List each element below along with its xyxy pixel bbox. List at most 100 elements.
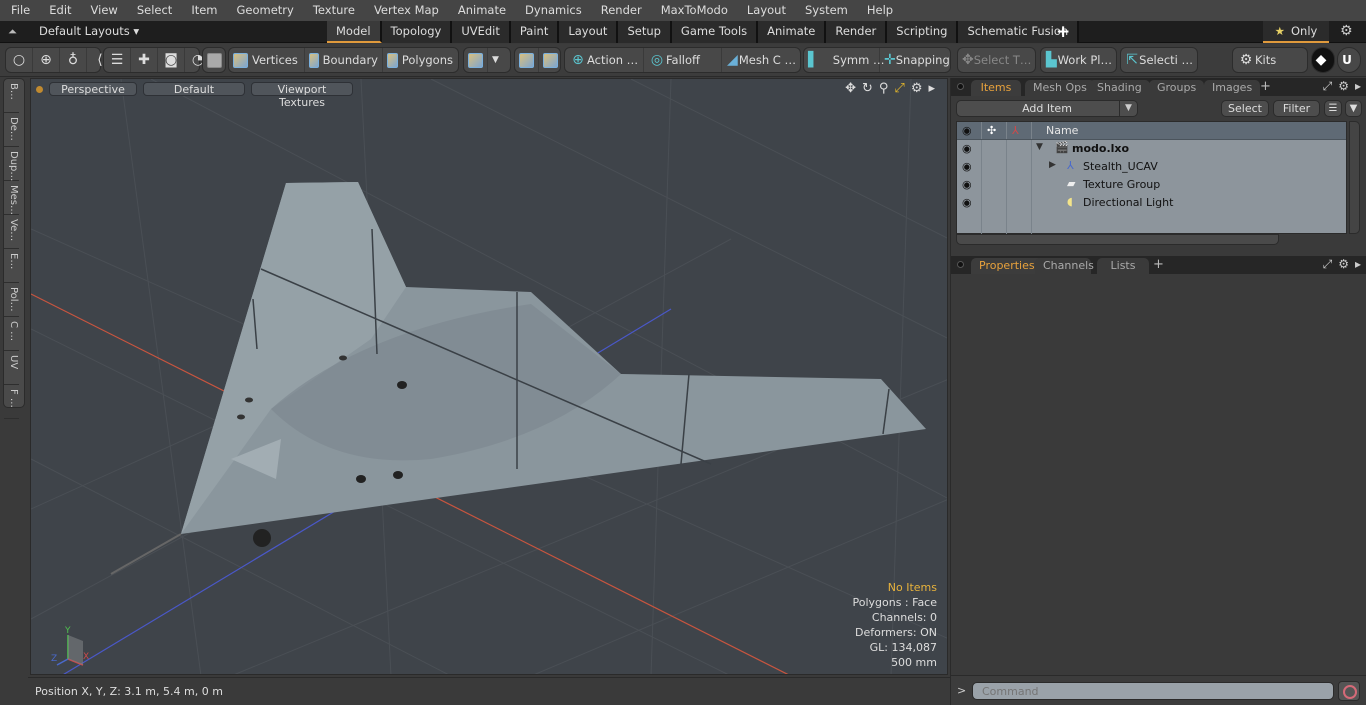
command-input[interactable] <box>972 682 1334 700</box>
globe-tool[interactable]: ⊕ <box>33 48 60 72</box>
viewport-gear-icon[interactable]: ⚙ <box>911 81 923 96</box>
left-tool-mesh[interactable]: Mes… <box>4 181 19 215</box>
unreal-button[interactable]: U <box>1337 47 1361 73</box>
panel-menu-dot[interactable] <box>957 83 964 90</box>
tab-mesh-ops[interactable]: Mesh Ops <box>1025 80 1095 96</box>
panel-arrow-icon[interactable]: ▸ <box>1355 257 1361 272</box>
symmetry-button[interactable]: ▌ Symm … <box>804 48 884 72</box>
tab-topology[interactable]: Topology <box>381 21 453 43</box>
list-item[interactable]: ◉ ▶ ⅄ Stealth_UCAV <box>957 158 1346 176</box>
rotate-view-icon[interactable]: ↻ <box>862 81 873 96</box>
expand-triangle-icon[interactable]: ▼ <box>1036 142 1043 152</box>
maximize-icon[interactable]: ⤢ <box>894 81 904 96</box>
tab-images[interactable]: Images <box>1204 80 1261 96</box>
material-mode-button[interactable] <box>464 48 488 72</box>
mesh-constraint-button[interactable]: ◢ Mesh C … <box>722 48 800 72</box>
menu-vertex-map[interactable]: Vertex Map <box>363 0 447 21</box>
perspective-button[interactable]: Perspective <box>49 82 137 96</box>
menu-help[interactable]: Help <box>856 0 901 21</box>
expand-triangle-icon[interactable]: ▶ <box>1049 160 1056 170</box>
menu-animate[interactable]: Animate <box>447 0 514 21</box>
tab-scripting[interactable]: Scripting <box>887 21 959 43</box>
visibility-eye-icon[interactable]: ◉ <box>962 160 972 173</box>
add-tab-button[interactable]: + <box>1056 22 1070 42</box>
menu-view[interactable]: View <box>80 0 126 21</box>
menu-system[interactable]: System <box>794 0 856 21</box>
list-options-icon[interactable]: ☰ <box>1324 100 1342 117</box>
visibility-eye-icon[interactable]: ◉ <box>962 178 972 191</box>
item-list-horizontal-scrollbar[interactable] <box>956 234 1279 245</box>
tab-channels[interactable]: Channels <box>1035 258 1094 274</box>
gear-icon[interactable]: ⚙ <box>1340 23 1353 39</box>
menu-file[interactable]: File <box>0 0 38 21</box>
scene-canvas[interactable]: Y X Z <box>31 79 948 675</box>
left-tool-deform[interactable]: De… <box>4 113 19 147</box>
visibility-eye-icon[interactable]: ◉ <box>962 196 972 209</box>
menu-dynamics[interactable]: Dynamics <box>514 0 590 21</box>
tab-lists[interactable]: Lists <box>1097 258 1149 274</box>
menu-texture[interactable]: Texture <box>302 0 363 21</box>
action-center-button[interactable]: ⊕ Action … <box>565 48 644 72</box>
panel-arrow-icon[interactable]: ▸ <box>1355 79 1361 94</box>
move-view-icon[interactable]: ✥ <box>845 81 856 96</box>
tab-shading[interactable]: Shading <box>1089 80 1150 96</box>
3d-viewport[interactable]: Y X Z Perspective Default Viewport Textu… <box>30 78 948 675</box>
pop-out-icon[interactable]: ⤢ <box>1323 257 1333 272</box>
left-tool-uv[interactable]: UV <box>4 351 19 385</box>
chevron-down-icon[interactable]: ▼ <box>1119 101 1137 116</box>
viewport-menu-dot[interactable] <box>36 85 43 93</box>
record-macro-button[interactable] <box>1338 681 1360 701</box>
add-tab-icon[interactable]: + <box>1260 79 1271 94</box>
tab-render[interactable]: Render <box>826 21 888 43</box>
tab-items[interactable]: Items <box>971 80 1021 96</box>
left-tool-polygon[interactable]: Pol… <box>4 283 19 317</box>
left-tool-duplicate[interactable]: Dup… <box>4 147 19 181</box>
pop-out-icon[interactable]: ⤢ <box>1323 79 1333 94</box>
pen-tool[interactable]: ♁ <box>60 48 87 72</box>
select-button[interactable]: Select <box>1221 100 1269 117</box>
add-tab-icon[interactable]: + <box>1153 257 1164 272</box>
shading-style-button[interactable]: Default <box>143 82 245 96</box>
align-tool[interactable]: ☰ <box>104 48 131 72</box>
item-list-vertical-scrollbar[interactable] <box>1349 121 1360 234</box>
funnel-icon[interactable]: ▼ <box>1345 100 1362 117</box>
left-tool-curve[interactable]: C … <box>4 317 19 351</box>
add-item-button[interactable]: Add Item ▼ <box>956 100 1138 117</box>
tab-layout[interactable]: Layout <box>559 21 619 43</box>
polygons-button[interactable]: Polygons <box>383 48 457 72</box>
cross-tool[interactable]: ✚ <box>131 48 158 72</box>
tab-game-tools[interactable]: Game Tools <box>671 21 759 43</box>
menu-geometry[interactable]: Geometry <box>226 0 302 21</box>
pivot-button[interactable] <box>515 48 539 72</box>
material-dropdown[interactable]: ▼ <box>488 48 503 72</box>
panel-gear-icon[interactable]: ⚙ <box>1338 257 1349 272</box>
list-item[interactable]: ◉ ◖ Directional Light <box>957 194 1346 212</box>
visibility-column[interactable]: ◉ <box>957 122 982 139</box>
left-tool-fusion[interactable]: F … <box>4 385 19 419</box>
menu-select[interactable]: Select <box>126 0 180 21</box>
tab-animate[interactable]: Animate <box>758 21 827 43</box>
falloff-button[interactable]: ◎ Falloff <box>644 48 722 72</box>
default-layouts-dropdown[interactable]: Default Layouts ▾ <box>39 24 139 38</box>
tab-model[interactable]: Model <box>327 21 382 43</box>
unity-button[interactable]: ◆ <box>1311 47 1335 73</box>
filter-button[interactable]: Filter <box>1273 100 1320 117</box>
lock-column[interactable]: ✣ <box>982 122 1007 139</box>
name-column-header[interactable]: Name <box>1046 124 1078 137</box>
left-tool-edge[interactable]: E… <box>4 249 19 283</box>
sphere-tool[interactable]: ○ <box>6 48 33 72</box>
panel-gear-icon[interactable]: ⚙ <box>1338 79 1349 94</box>
center-button[interactable] <box>539 48 562 72</box>
menu-maxtomodo[interactable]: MaxToModo <box>650 0 736 21</box>
kits-button[interactable]: ⚙ Kits <box>1233 48 1307 72</box>
zoom-view-icon[interactable]: ⚲ <box>879 81 889 96</box>
visibility-eye-icon[interactable]: ◉ <box>962 142 972 155</box>
left-tool-vertex[interactable]: Ve… <box>4 215 19 249</box>
tab-properties[interactable]: Properties <box>971 258 1043 274</box>
menu-render[interactable]: Render <box>590 0 650 21</box>
menu-edit[interactable]: Edit <box>38 0 79 21</box>
vertices-button[interactable]: Vertices <box>229 48 305 72</box>
tab-paint[interactable]: Paint <box>510 21 560 43</box>
list-item[interactable]: ◉ ▰ Texture Group <box>957 176 1346 194</box>
panel-menu-dot[interactable] <box>957 261 964 268</box>
